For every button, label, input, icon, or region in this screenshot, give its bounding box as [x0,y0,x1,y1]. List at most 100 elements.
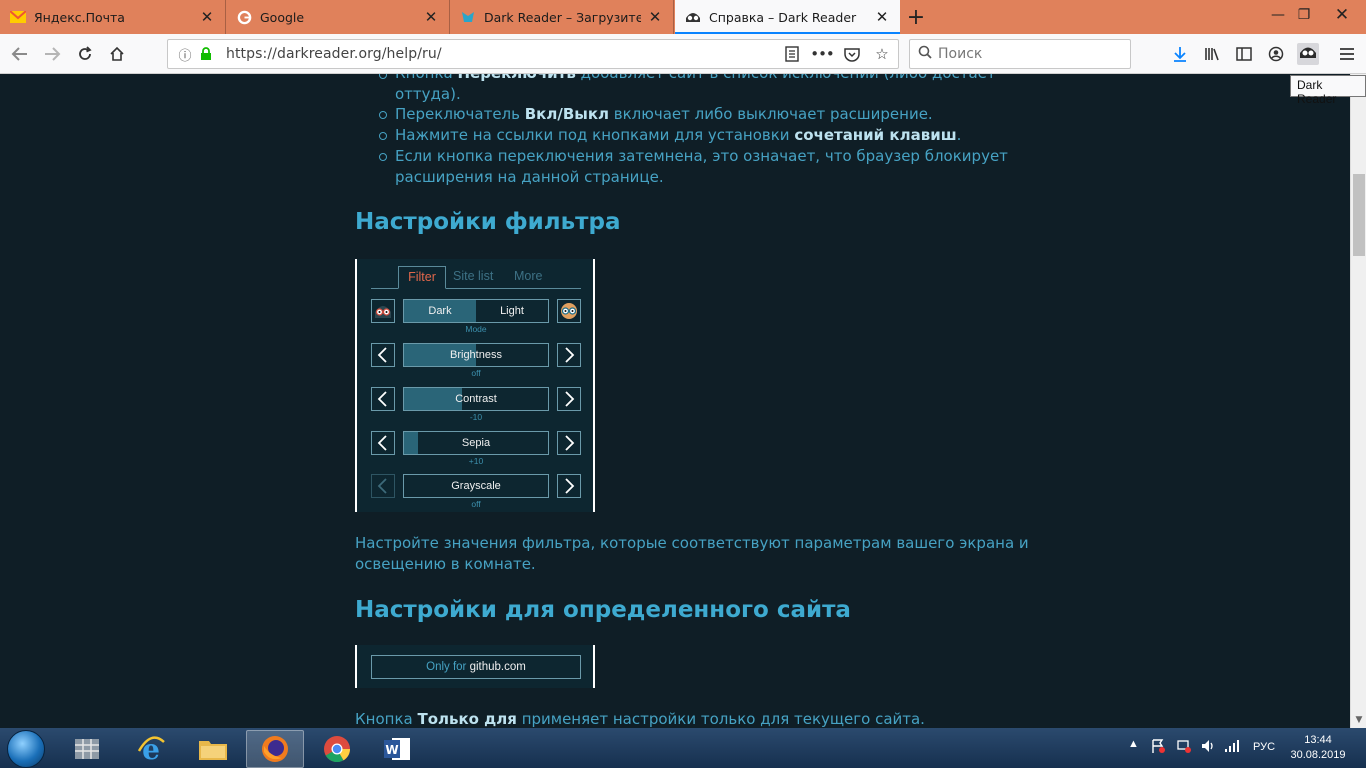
list-bullet [379,132,387,140]
file-explorer-app[interactable] [184,730,242,768]
mode-dark-label: Dark [428,305,452,317]
back-button[interactable] [6,40,34,68]
network-warning-icon[interactable] [1176,738,1192,757]
signal-strength-icon[interactable] [1224,738,1240,757]
mode-toggle: Dark Light [403,299,549,323]
home-icon[interactable] [103,40,131,68]
page-actions-icon[interactable]: ••• [810,44,835,64]
light-mode-icon [557,299,581,323]
scroll-down-arrow-icon[interactable]: ▼ [1351,712,1366,728]
tab-strip: Яндекс.Почта ✕ Google ✕ Dark Reader – За… [0,0,1366,34]
list-item: Кнопка Переключить добавляет сайт в спис… [395,74,996,84]
tab-site-list: Site list [453,269,494,283]
clock-date: 30.08.2019 [1290,749,1346,761]
dark-reader-logo-icon [685,9,701,25]
brightness-slider: Brightness [403,343,549,367]
slider-value: off [471,499,481,509]
grayscale-slider: Grayscale [403,474,549,498]
close-tab-icon[interactable]: ✕ [647,8,663,26]
decrease-arrow-icon [371,431,395,455]
show-hidden-icons-icon[interactable]: ▲ [1128,738,1139,750]
firefox-app[interactable] [246,730,304,768]
contrast-slider: Contrast [403,387,549,411]
slider-row: Grayscale [371,474,581,498]
slider-value: -10 [469,412,483,422]
sepia-slider: Sepia [403,431,549,455]
decrease-arrow-icon [371,474,395,498]
list-item: Если кнопка переключения затемнена, это … [395,147,1008,165]
decrease-arrow-icon [371,343,395,367]
site-panel-screenshot: Only for github.com [355,645,595,688]
mail-icon [10,9,26,25]
internet-explorer-app[interactable]: e [122,730,180,768]
clock-time: 13:44 [1304,734,1332,746]
close-window-button[interactable]: ✕ [1318,0,1366,30]
list-item: Нажмите на ссылки под кнопками для устан… [395,126,962,144]
pocket-icon[interactable] [842,44,862,64]
tab-yandex-mail[interactable]: Яндекс.Почта ✕ [0,0,226,34]
tab-google[interactable]: Google ✕ [226,0,450,34]
site-info-icon[interactable]: ⓘ [174,45,196,64]
heading-filter-settings: Настройки фильтра [355,209,621,235]
dark-reader-tooltip: Dark Reader [1290,75,1366,106]
filter-description: Настройте значения фильтра, которые соот… [355,534,1029,552]
bookmark-star-icon[interactable]: ☆ [872,44,892,64]
dark-mode-icon [371,299,395,323]
server-manager-app[interactable] [58,730,116,768]
dark-reader-logo-icon [460,9,476,25]
url-text: https://darkreader.org/help/ru/ [226,46,442,62]
list-bullet [379,153,387,161]
tab-dark-reader-download[interactable]: Dark Reader – Загрузите это ра ✕ [450,0,674,34]
menu-icon[interactable] [1336,43,1358,65]
action-center-flag-icon[interactable] [1150,738,1166,757]
scrollbar-thumb[interactable] [1353,174,1365,256]
filter-panel-screenshot: Filter Site list More Dark Light Mode Br… [355,259,595,512]
filter-description-line: освещению в комнате. [355,555,536,573]
slider-row: Brightness [371,343,581,367]
tab-more: More [514,269,543,283]
chrome-app[interactable] [308,730,366,768]
dark-reader-logo-icon [1299,44,1317,64]
start-button[interactable] [7,730,45,768]
google-icon [236,9,252,25]
slider-row: Sepia [371,431,581,455]
slider-value: off [471,368,481,378]
slider-value: +10 [468,456,484,466]
list-item-line: оттуда). [395,85,461,103]
list-item: Переключатель Вкл/Выкл включает либо вык… [395,105,933,123]
address-bar[interactable]: ⓘ https://darkreader.org/help/ru/ ••• ☆ [167,39,899,69]
heading-site-settings: Настройки для определенного сайта [355,597,851,623]
close-tab-icon[interactable]: ✕ [874,8,890,26]
close-tab-icon[interactable]: ✕ [199,8,215,26]
mode-caption: Mode [465,324,487,334]
search-icon [918,45,932,63]
increase-arrow-icon [557,474,581,498]
mode-light-label: Light [500,305,524,317]
dark-reader-extension-button[interactable] [1297,43,1319,65]
reader-view-icon[interactable] [782,44,802,64]
list-item-line: расширения на данной странице. [395,168,664,186]
lock-icon [200,47,216,61]
page-scrollbar[interactable]: ▲ ▼ [1350,74,1366,728]
list-bullet [379,111,387,119]
decrease-arrow-icon [371,387,395,411]
reload-icon[interactable] [71,40,99,68]
library-icon[interactable] [1201,43,1223,65]
mode-row: Dark Light [371,299,581,323]
search-input[interactable]: Поиск [909,39,1131,69]
close-tab-icon[interactable]: ✕ [423,8,439,26]
increase-arrow-icon [557,343,581,367]
volume-icon[interactable] [1200,738,1216,757]
input-language-indicator[interactable]: РУС [1253,741,1275,753]
forward-button[interactable] [38,40,66,68]
downloads-icon[interactable] [1169,43,1191,65]
sidebar-icon[interactable] [1233,43,1255,65]
tab-help-dark-reader[interactable]: Справка – Dark Reader ✕ [675,0,900,34]
system-clock[interactable]: 13:44 30.08.2019 [1290,733,1346,763]
account-icon[interactable] [1265,43,1287,65]
page-content: Кнопка Переключить добавляет сайт в спис… [0,74,1350,728]
new-tab-button[interactable]: + [904,0,928,34]
windows-taskbar: e W ▲ РУС 13:44 30.08.2019 [0,728,1366,768]
word-app[interactable]: W [368,730,426,768]
list-bullet [379,74,387,79]
